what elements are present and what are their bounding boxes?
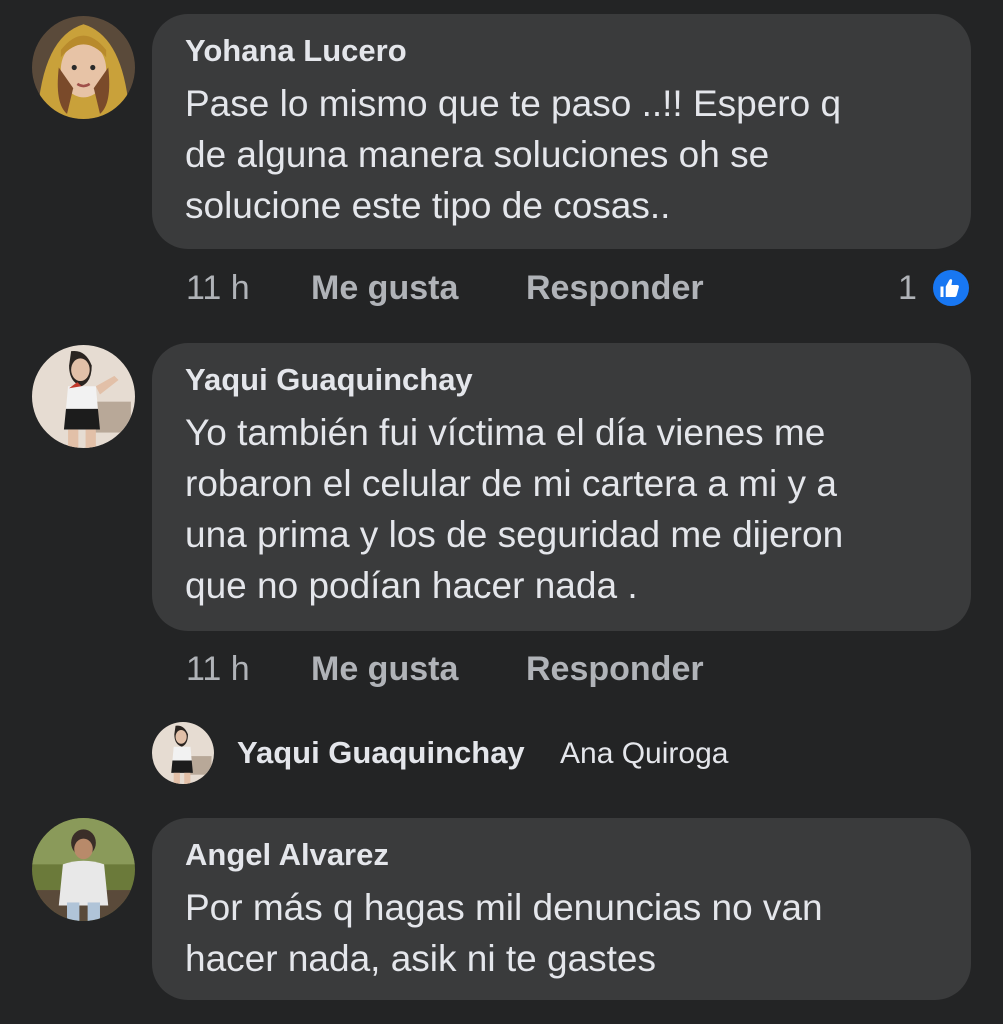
reaction-count[interactable]: 1 [898, 266, 917, 310]
avatar[interactable] [32, 345, 135, 448]
comment-line: que no podían hacer nada . [185, 565, 638, 606]
avatar-image [32, 16, 135, 119]
comment-timestamp[interactable]: 11 h [186, 266, 250, 310]
comment-line: hacer nada, asik ni te gastes [185, 938, 657, 979]
like-reaction-icon [930, 267, 972, 309]
comment-line: solucione este tipo de cosas.. [185, 185, 671, 226]
avatar-image [152, 722, 214, 784]
comment-text: Yo también fui víctima el día vienes me … [185, 407, 941, 611]
avatar-image [32, 345, 135, 448]
comment-line: robaron el celular de mi cartera a mi y … [185, 463, 837, 504]
like-button[interactable]: Me gusta [311, 647, 458, 691]
avatar[interactable] [32, 16, 135, 119]
comment-bubble: Yohana Lucero Pase lo mismo que te paso … [152, 14, 971, 249]
comment-bubble: Angel Alvarez Por más q hagas mil denunc… [152, 818, 971, 1000]
comment-text: Por más q hagas mil denuncias no van hac… [185, 882, 941, 984]
avatar-image [32, 818, 135, 921]
comment-line: Por más q hagas mil denuncias no van [185, 887, 823, 928]
comment-line: de alguna manera soluciones oh se [185, 134, 770, 175]
comment-author[interactable]: Yohana Lucero [185, 31, 941, 71]
avatar[interactable] [152, 722, 214, 784]
comment-line: Yo también fui víctima el día vienes me [185, 412, 826, 453]
comment-author[interactable]: Angel Alvarez [185, 835, 941, 875]
reply-author[interactable]: Yaqui Guaquinchay [237, 735, 525, 771]
comment-line: una prima y los de seguridad me dijeron [185, 514, 844, 555]
reaction-count-value: 1 [898, 269, 917, 307]
reply-button[interactable]: Responder [526, 647, 704, 691]
comment-bubble: Yaqui Guaquinchay Yo también fui víctima… [152, 343, 971, 631]
avatar[interactable] [32, 818, 135, 921]
comment-timestamp[interactable]: 11 h [186, 647, 250, 691]
comment-line: Pase lo mismo que te paso ..!! Espero q [185, 83, 842, 124]
like-button[interactable]: Me gusta [311, 266, 458, 310]
comment-author[interactable]: Yaqui Guaquinchay [185, 360, 941, 400]
comment-text: Pase lo mismo que te paso ..!! Espero q … [185, 78, 941, 231]
reply-mention[interactable]: Ana Quiroga [560, 737, 728, 771]
reply-button[interactable]: Responder [526, 266, 704, 310]
